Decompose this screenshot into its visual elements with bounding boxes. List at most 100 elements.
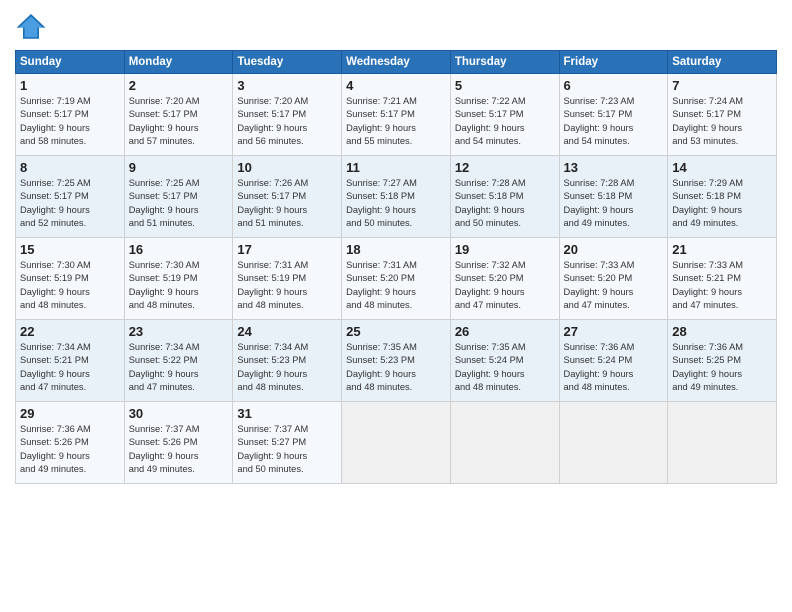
- day-info: Sunrise: 7:20 AM Sunset: 5:17 PM Dayligh…: [237, 95, 337, 149]
- day-info: Sunrise: 7:19 AM Sunset: 5:17 PM Dayligh…: [20, 95, 120, 149]
- calendar-cell: 24 Sunrise: 7:34 AM Sunset: 5:23 PM Dayli…: [233, 320, 342, 402]
- day-info: Sunrise: 7:31 AM Sunset: 5:19 PM Dayligh…: [237, 259, 337, 313]
- calendar-cell: 1Sunrise: 7:19 AM Sunset: 5:17 PM Daylig…: [16, 74, 125, 156]
- calendar-cell: 8 Sunrise: 7:25 AM Sunset: 5:17 PM Daylig…: [16, 156, 125, 238]
- day-number: 23: [129, 324, 229, 339]
- day-number: 3: [237, 78, 337, 93]
- day-number: 7: [672, 78, 772, 93]
- week-row-2: 8 Sunrise: 7:25 AM Sunset: 5:17 PM Daylig…: [16, 156, 777, 238]
- calendar-cell: 23Sunrise: 7:34 AM Sunset: 5:22 PM Dayli…: [124, 320, 233, 402]
- day-info: Sunrise: 7:37 AM Sunset: 5:26 PM Dayligh…: [129, 423, 229, 477]
- day-info: Sunrise: 7:21 AM Sunset: 5:17 PM Dayligh…: [346, 95, 446, 149]
- day-info: Sunrise: 7:31 AM Sunset: 5:20 PM Dayligh…: [346, 259, 446, 313]
- calendar-cell: 5 Sunrise: 7:22 AM Sunset: 5:17 PM Daylig…: [450, 74, 559, 156]
- calendar-cell: 31 Sunrise: 7:37 AM Sunset: 5:27 PM Dayli…: [233, 402, 342, 484]
- day-number: 20: [564, 242, 664, 257]
- day-info: Sunrise: 7:27 AM Sunset: 5:18 PM Dayligh…: [346, 177, 446, 231]
- day-number: 18: [346, 242, 446, 257]
- day-info: Sunrise: 7:34 AM Sunset: 5:23 PM Dayligh…: [237, 341, 337, 395]
- day-number: 13: [564, 160, 664, 175]
- day-number: 12: [455, 160, 555, 175]
- calendar-cell: 14 Sunrise: 7:29 AM Sunset: 5:18 PM Dayli…: [668, 156, 777, 238]
- day-number: 16: [129, 242, 229, 257]
- day-info: Sunrise: 7:24 AM Sunset: 5:17 PM Dayligh…: [672, 95, 772, 149]
- calendar-cell: 11 Sunrise: 7:27 AM Sunset: 5:18 PM Dayli…: [342, 156, 451, 238]
- calendar-cell: 30 Sunrise: 7:37 AM Sunset: 5:26 PM Dayli…: [124, 402, 233, 484]
- calendar-table: SundayMondayTuesdayWednesdayThursdayFrid…: [15, 50, 777, 484]
- day-number: 27: [564, 324, 664, 339]
- logo-icon: [15, 10, 47, 42]
- week-row-1: 1Sunrise: 7:19 AM Sunset: 5:17 PM Daylig…: [16, 74, 777, 156]
- day-number: 11: [346, 160, 446, 175]
- calendar-cell: 13 Sunrise: 7:28 AM Sunset: 5:18 PM Dayli…: [559, 156, 668, 238]
- day-number: 19: [455, 242, 555, 257]
- calendar-cell: 15Sunrise: 7:30 AM Sunset: 5:19 PM Dayli…: [16, 238, 125, 320]
- day-number: 22: [20, 324, 120, 339]
- day-info: Sunrise: 7:28 AM Sunset: 5:18 PM Dayligh…: [564, 177, 664, 231]
- calendar-cell: 22 Sunrise: 7:34 AM Sunset: 5:21 PM Dayli…: [16, 320, 125, 402]
- weekday-header-thursday: Thursday: [450, 51, 559, 74]
- calendar-cell: 29Sunrise: 7:36 AM Sunset: 5:26 PM Dayli…: [16, 402, 125, 484]
- day-number: 14: [672, 160, 772, 175]
- day-number: 28: [672, 324, 772, 339]
- day-number: 9: [129, 160, 229, 175]
- calendar-cell: [342, 402, 451, 484]
- week-row-4: 22 Sunrise: 7:34 AM Sunset: 5:21 PM Dayli…: [16, 320, 777, 402]
- calendar-cell: 6 Sunrise: 7:23 AM Sunset: 5:17 PM Daylig…: [559, 74, 668, 156]
- day-info: Sunrise: 7:22 AM Sunset: 5:17 PM Dayligh…: [455, 95, 555, 149]
- day-info: Sunrise: 7:36 AM Sunset: 5:25 PM Dayligh…: [672, 341, 772, 395]
- day-number: 30: [129, 406, 229, 421]
- calendar-cell: [559, 402, 668, 484]
- calendar-cell: 27 Sunrise: 7:36 AM Sunset: 5:24 PM Dayli…: [559, 320, 668, 402]
- day-info: Sunrise: 7:32 AM Sunset: 5:20 PM Dayligh…: [455, 259, 555, 313]
- day-info: Sunrise: 7:25 AM Sunset: 5:17 PM Dayligh…: [20, 177, 120, 231]
- day-info: Sunrise: 7:35 AM Sunset: 5:24 PM Dayligh…: [455, 341, 555, 395]
- day-number: 15: [20, 242, 120, 257]
- weekday-header-wednesday: Wednesday: [342, 51, 451, 74]
- day-number: 31: [237, 406, 337, 421]
- calendar-cell: [450, 402, 559, 484]
- day-info: Sunrise: 7:34 AM Sunset: 5:21 PM Dayligh…: [20, 341, 120, 395]
- day-info: Sunrise: 7:36 AM Sunset: 5:24 PM Dayligh…: [564, 341, 664, 395]
- week-row-5: 29Sunrise: 7:36 AM Sunset: 5:26 PM Dayli…: [16, 402, 777, 484]
- day-number: 5: [455, 78, 555, 93]
- day-info: Sunrise: 7:20 AM Sunset: 5:17 PM Dayligh…: [129, 95, 229, 149]
- calendar-header: SundayMondayTuesdayWednesdayThursdayFrid…: [16, 51, 777, 74]
- calendar-cell: [668, 402, 777, 484]
- day-number: 24: [237, 324, 337, 339]
- day-info: Sunrise: 7:30 AM Sunset: 5:19 PM Dayligh…: [129, 259, 229, 313]
- weekday-header-monday: Monday: [124, 51, 233, 74]
- calendar-cell: 17Sunrise: 7:31 AM Sunset: 5:19 PM Dayli…: [233, 238, 342, 320]
- day-number: 4: [346, 78, 446, 93]
- day-info: Sunrise: 7:33 AM Sunset: 5:21 PM Dayligh…: [672, 259, 772, 313]
- calendar-cell: 26Sunrise: 7:35 AM Sunset: 5:24 PM Dayli…: [450, 320, 559, 402]
- day-info: Sunrise: 7:23 AM Sunset: 5:17 PM Dayligh…: [564, 95, 664, 149]
- page-container: SundayMondayTuesdayWednesdayThursdayFrid…: [0, 0, 792, 489]
- calendar-cell: 25Sunrise: 7:35 AM Sunset: 5:23 PM Dayli…: [342, 320, 451, 402]
- weekday-row: SundayMondayTuesdayWednesdayThursdayFrid…: [16, 51, 777, 74]
- calendar-cell: 21Sunrise: 7:33 AM Sunset: 5:21 PM Dayli…: [668, 238, 777, 320]
- day-number: 6: [564, 78, 664, 93]
- calendar-cell: 4 Sunrise: 7:21 AM Sunset: 5:17 PM Daylig…: [342, 74, 451, 156]
- header: [15, 10, 777, 42]
- day-info: Sunrise: 7:37 AM Sunset: 5:27 PM Dayligh…: [237, 423, 337, 477]
- calendar-cell: 20 Sunrise: 7:33 AM Sunset: 5:20 PM Dayli…: [559, 238, 668, 320]
- calendar-cell: 9Sunrise: 7:25 AM Sunset: 5:17 PM Daylig…: [124, 156, 233, 238]
- day-number: 25: [346, 324, 446, 339]
- calendar-cell: 16 Sunrise: 7:30 AM Sunset: 5:19 PM Dayli…: [124, 238, 233, 320]
- day-info: Sunrise: 7:28 AM Sunset: 5:18 PM Dayligh…: [455, 177, 555, 231]
- day-number: 2: [129, 78, 229, 93]
- day-info: Sunrise: 7:26 AM Sunset: 5:17 PM Dayligh…: [237, 177, 337, 231]
- day-info: Sunrise: 7:33 AM Sunset: 5:20 PM Dayligh…: [564, 259, 664, 313]
- calendar-cell: 28 Sunrise: 7:36 AM Sunset: 5:25 PM Dayli…: [668, 320, 777, 402]
- calendar-cell: 18 Sunrise: 7:31 AM Sunset: 5:20 PM Dayli…: [342, 238, 451, 320]
- calendar-cell: 19 Sunrise: 7:32 AM Sunset: 5:20 PM Dayli…: [450, 238, 559, 320]
- day-number: 8: [20, 160, 120, 175]
- calendar-cell: 7 Sunrise: 7:24 AM Sunset: 5:17 PM Daylig…: [668, 74, 777, 156]
- weekday-header-sunday: Sunday: [16, 51, 125, 74]
- day-info: Sunrise: 7:36 AM Sunset: 5:26 PM Dayligh…: [20, 423, 120, 477]
- weekday-header-tuesday: Tuesday: [233, 51, 342, 74]
- calendar-cell: 3 Sunrise: 7:20 AM Sunset: 5:17 PM Daylig…: [233, 74, 342, 156]
- calendar-cell: 10Sunrise: 7:26 AM Sunset: 5:17 PM Dayli…: [233, 156, 342, 238]
- day-info: Sunrise: 7:29 AM Sunset: 5:18 PM Dayligh…: [672, 177, 772, 231]
